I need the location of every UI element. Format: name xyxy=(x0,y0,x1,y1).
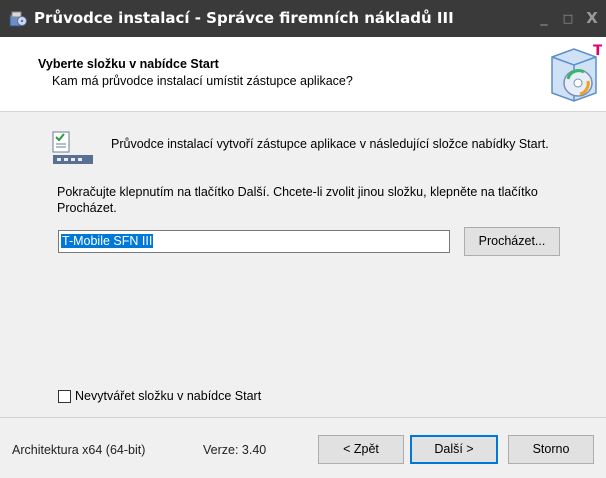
back-button[interactable]: < Zpět xyxy=(318,435,404,464)
version-label: Verze: 3.40 xyxy=(203,443,267,457)
installer-window: Průvodce instalací - Správce firemních n… xyxy=(0,0,606,478)
architecture-label: Architektura x64 (64-bit) xyxy=(12,443,146,457)
browse-button[interactable]: Procházet... xyxy=(464,227,560,256)
wizard-header: Vyberte složku v nabídce Start Kam má pr… xyxy=(0,37,606,112)
wizard-footer: Architektura x64 (64-bit) Verze: 3.40 < … xyxy=(0,417,606,478)
wizard-content: Průvodce instalací vytvoří zástupce apli… xyxy=(0,112,606,417)
start-menu-folder-icon xyxy=(52,131,93,164)
title-bar[interactable]: Průvodce instalací - Správce firemních n… xyxy=(0,0,606,37)
close-button[interactable]: X xyxy=(579,0,605,37)
page-subtitle: Kam má průvodce instalací umístit zástup… xyxy=(52,74,353,88)
maximize-button[interactable]: □ xyxy=(555,0,581,37)
page-title: Vyberte složku v nabídce Start xyxy=(38,57,219,71)
no-folder-checkbox[interactable] xyxy=(58,390,71,403)
start-menu-folder-input[interactable]: T-Mobile SFN III xyxy=(58,230,450,253)
intro-text: Průvodce instalací vytvoří zástupce apli… xyxy=(111,137,549,151)
t-logo-icon: T xyxy=(593,43,602,59)
folder-input-value: T-Mobile SFN III xyxy=(61,234,154,248)
setup-app-icon xyxy=(9,11,27,27)
installer-box-icon: T xyxy=(551,43,602,102)
minimize-button[interactable]: _ xyxy=(531,0,557,37)
next-button[interactable]: Další > xyxy=(410,435,498,464)
no-folder-checkbox-label[interactable]: Nevytvářet složku v nabídce Start xyxy=(75,389,261,403)
cancel-button[interactable]: Storno xyxy=(508,435,594,464)
window-title: Průvodce instalací - Správce firemních n… xyxy=(34,9,454,27)
instruction-text: Pokračujte klepnutím na tlačítko Další. … xyxy=(57,185,538,215)
